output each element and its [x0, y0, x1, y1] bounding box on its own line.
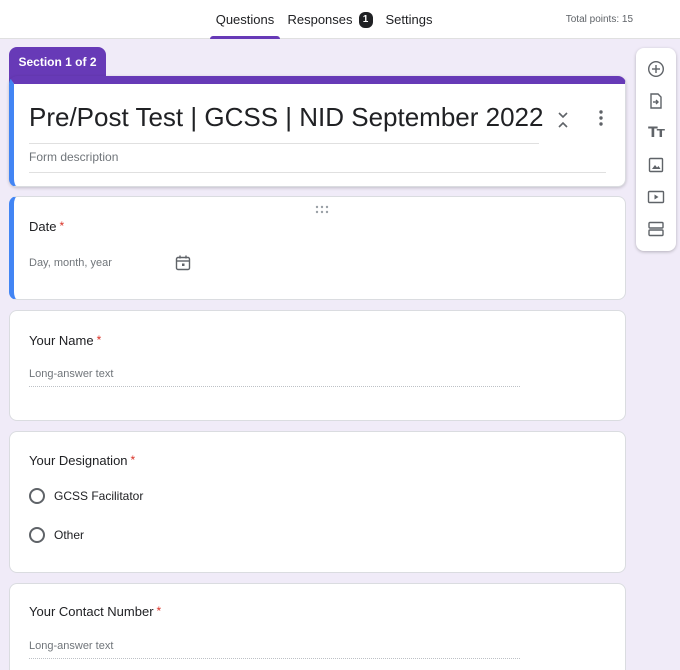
- question-title-text: Your Name: [29, 333, 94, 348]
- import-questions-icon[interactable]: [646, 91, 666, 111]
- question-title-text: Your Contact Number: [29, 604, 154, 619]
- collapse-section-icon[interactable]: [554, 110, 572, 130]
- tab-settings-label: Settings: [385, 12, 433, 27]
- form-title-card[interactable]: Pre/Post Test | GCSS | NID September 202…: [9, 76, 626, 187]
- more-vert-icon[interactable]: [592, 108, 610, 128]
- add-image-icon[interactable]: [646, 155, 666, 175]
- responses-count-badge: 1: [358, 11, 373, 28]
- question-title: Your Name *: [29, 333, 101, 348]
- radio-option[interactable]: Other: [29, 526, 84, 544]
- question-title: Date *: [29, 219, 64, 234]
- add-video-icon[interactable]: [646, 187, 666, 207]
- add-question-icon[interactable]: [646, 59, 666, 79]
- question-title: Your Contact Number *: [29, 604, 161, 619]
- tab-questions-label: Questions: [215, 12, 275, 27]
- required-asterisk: *: [130, 453, 136, 467]
- question-card-name[interactable]: Your Name * Long-answer text: [9, 310, 626, 421]
- add-section-icon[interactable]: [646, 219, 666, 239]
- long-answer-placeholder: Long-answer text: [29, 640, 520, 659]
- required-asterisk: *: [59, 219, 65, 233]
- add-title-glyph: Tт: [648, 125, 665, 141]
- long-answer-placeholder: Long-answer text: [29, 368, 520, 387]
- radio-option[interactable]: GCSS Facilitator: [29, 487, 143, 505]
- total-points: Total points: 15: [565, 14, 633, 25]
- tab-responses[interactable]: Responses 1: [284, 0, 376, 39]
- question-title: Your Designation *: [29, 453, 135, 468]
- date-placeholder: Day, month, year: [29, 257, 112, 269]
- add-title-icon[interactable]: Tт: [646, 123, 666, 143]
- form-title[interactable]: Pre/Post Test | GCSS | NID September 202…: [29, 102, 543, 144]
- question-card-date[interactable]: Date * Day, month, year: [9, 196, 626, 300]
- floating-toolbar: Tт: [636, 48, 676, 251]
- tab-responses-label: Responses: [287, 12, 353, 27]
- question-card-contact[interactable]: Your Contact Number * Long-answer text: [9, 583, 626, 670]
- option-label: GCSS Facilitator: [54, 489, 144, 503]
- top-tab-bar: Questions Responses 1 Settings Total poi…: [0, 0, 680, 39]
- radio-circle-icon[interactable]: [29, 488, 45, 504]
- question-title-text: Date: [29, 219, 57, 234]
- option-label: Other: [54, 528, 85, 542]
- calendar-icon: [174, 254, 192, 272]
- drag-handle-icon[interactable]: [314, 202, 330, 214]
- tab-questions[interactable]: Questions: [210, 0, 280, 39]
- form-description-field[interactable]: Form description: [29, 150, 606, 173]
- required-asterisk: *: [156, 604, 162, 618]
- question-card-designation[interactable]: Your Designation * GCSS Facilitator Other: [9, 431, 626, 573]
- radio-circle-icon[interactable]: [29, 527, 45, 543]
- tab-settings[interactable]: Settings: [382, 0, 436, 39]
- required-asterisk: *: [96, 333, 102, 347]
- question-title-text: Your Designation: [29, 453, 128, 468]
